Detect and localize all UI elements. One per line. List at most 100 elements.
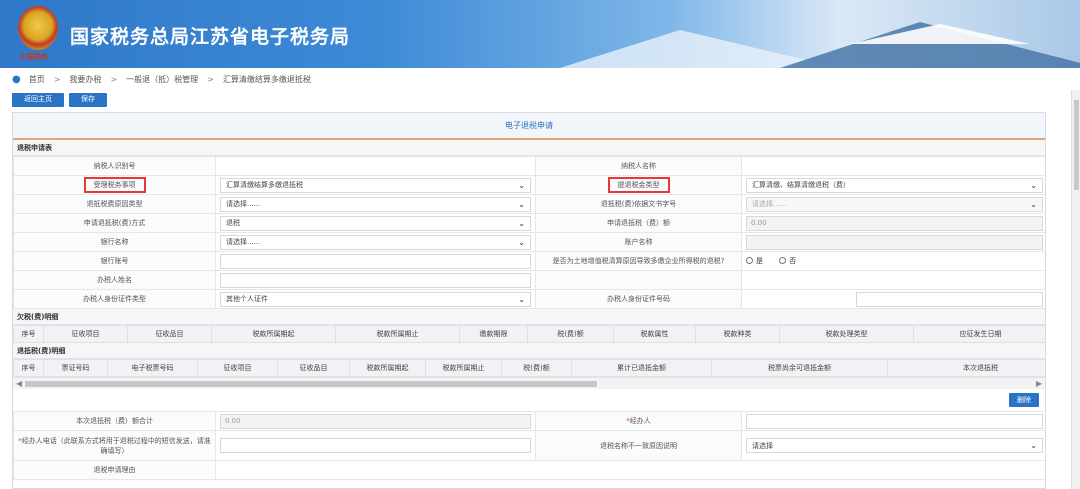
phone-label: 经办人电话（此联系方式将用于退税过程中的短信发送，请准确填写） (21, 436, 211, 455)
empty-cell (535, 270, 742, 290)
vertical-scrollbar[interactable] (1071, 90, 1080, 489)
chevron-down-icon: ⌄ (1030, 180, 1037, 190)
refund-detail-table: 序号 票证号码 电子税票号码 征收项目 征收品目 税款所属期起 税款所属期止 税(费)额 累计已… (13, 359, 1045, 377)
mismatch-select[interactable]: 请选择 ⌄ (746, 438, 1043, 453)
arrears-column-header: 税款所属期止 (335, 325, 460, 343)
chevron-down-icon: ⌄ (518, 294, 525, 304)
motto-logo: 中国税务 (20, 53, 48, 61)
radio-yes[interactable]: 是 (746, 256, 763, 266)
tax-matter-value: 汇算清缴结算多缴退抵税 (226, 181, 303, 189)
refund-type-value: 汇算清缴、结算清缴退税（费） (752, 181, 850, 189)
total-label: 本次退抵税（费）额合计 (13, 411, 216, 431)
breadcrumb-current: 汇算清缴结算多缴退抵税 (222, 74, 311, 84)
breadcrumb-separator: > (207, 74, 214, 84)
land-vat-label: 是否为土地增值税清算原因导致多缴企业所得税的退税? (535, 251, 742, 271)
total-input[interactable]: 0.00 (220, 413, 531, 429)
chevron-down-icon: ⌄ (1030, 199, 1037, 209)
refund-type-select[interactable]: 汇算清缴、结算清缴退税（费） ⌄ (746, 177, 1043, 193)
arrears-column-header: 序号 (13, 325, 44, 343)
refund-column-header: 电子税票号码 (107, 359, 198, 377)
reason-input-cell[interactable] (215, 460, 1045, 480)
refund-column-header: 本次退抵税 (887, 359, 1045, 377)
save-button[interactable]: 保存 (69, 93, 107, 107)
radio-no-label: 否 (789, 256, 797, 265)
id-type-select[interactable]: 其他个人证件 ⌄ (220, 291, 531, 307)
refund-type-label-cell: 提退税金类型 (535, 175, 742, 195)
phone-label-cell: *经办人电话（此联系方式将用于退税过程中的短信发送，请准确填写） (13, 430, 216, 461)
radio-circle-icon (746, 257, 753, 265)
refund-application-table: 纳税人识别号 纳税人名称 受理税务事项 汇算清缴结算多缴退抵税 ⌄ 提退税金类型 … (13, 156, 1045, 309)
arrears-column-header: 征收品目 (127, 325, 212, 343)
chevron-down-icon: ⌄ (1030, 441, 1037, 450)
arrears-column-header: 税款属性 (613, 325, 696, 343)
reason-type-label: 退抵税费原因类型 (13, 194, 216, 214)
arrears-column-header: 征收项目 (43, 325, 128, 343)
location-pin-icon: ● (12, 73, 21, 85)
taxpayer-name-value (741, 156, 1045, 176)
arrears-table: 序号 征收项目 征收品目 税款所属期起 税款所属期止 缴款期限 税(费)额 税款属性 税款种类税… (13, 325, 1045, 343)
site-title: 国家税务总局江苏省电子税务局 (70, 26, 351, 48)
bank-select[interactable]: 请选择...... ⌄ (220, 234, 531, 250)
arrears-column-header: 缴款期限 (459, 325, 528, 343)
reason-label: 退税申请理由 (13, 460, 216, 480)
snow-decoration (850, 24, 1030, 44)
arrears-header-row: 序号 征收项目 征收品目 税款所属期起 税款所属期止 缴款期限 税(费)额 税款属性 税款种类税… (13, 325, 1045, 343)
breadcrumb-separator: > (110, 74, 118, 84)
doc-no-select[interactable]: 请选择...... ⌄ (746, 196, 1043, 212)
method-select[interactable]: 退税 ⌄ (220, 215, 531, 231)
reason-type-value: 请选择...... (226, 200, 261, 208)
back-home-button[interactable]: 返回主页 (12, 93, 64, 107)
taxpayer-name-label: 纳税人名称 (535, 156, 742, 176)
refund-column-header: 税票尚余可退抵金额 (711, 359, 888, 377)
tax-emblem-icon (18, 6, 58, 50)
breadcrumb-separator: > (53, 74, 61, 84)
arrears-column-header: 税款处理类型 (779, 325, 914, 343)
radio-circle-icon (779, 257, 787, 265)
refund-detail-wrap: 序号 票证号码 电子税票号码 征收项目 征收品目 税款所属期起 税款所属期止 税(费)额 累计已… (13, 359, 1045, 377)
id-no-input[interactable] (856, 291, 1043, 307)
handler-input[interactable] (746, 413, 1043, 429)
header-banner: 中国税务 国家税务总局江苏省电子税务局 (0, 0, 1080, 68)
tax-matter-select[interactable]: 汇算清缴结算多缴退抵税 ⌄ (220, 177, 531, 193)
doc-no-label: 退抵税(费)依据文书字号 (535, 194, 742, 214)
method-label: 申请退抵税(费)方式 (13, 213, 216, 233)
refund-column-header: 累计已退抵金额 (571, 359, 712, 377)
arrears-column-header: 应征发生日期 (913, 325, 1045, 343)
refund-column-header: 序号 (13, 359, 44, 377)
breadcrumb-refund-mgmt[interactable]: 一般退（抵）税管理 (126, 74, 198, 85)
handler-label-cell: *经办人 (535, 411, 742, 431)
scrollbar-thumb[interactable] (25, 381, 597, 387)
refund-column-header: 税(费)额 (501, 359, 572, 377)
handler-name-label: 办税人姓名 (13, 270, 216, 290)
refund-column-header: 票证号码 (43, 359, 108, 377)
bank-value: 请选择...... (226, 238, 261, 246)
breadcrumb-tax[interactable]: 我要办税 (69, 74, 101, 85)
phone-input[interactable] (220, 438, 531, 453)
radio-no[interactable]: 否 (779, 256, 796, 266)
section-refund-detail: 退抵税(费)明细 (13, 343, 1045, 359)
panel-title: 电子退税申请 (13, 113, 1045, 140)
breadcrumb: ● 首页 > 我要办税 > 一般退（抵）税管理 > 汇算清缴结算多缴退抵税 (0, 68, 1080, 90)
amount-input[interactable]: 0.00 (746, 215, 1043, 231)
horizontal-scrollbar[interactable]: ◀ ▶ (13, 377, 1045, 389)
reason-type-select[interactable]: 请选择...... ⌄ (220, 196, 531, 212)
breadcrumb-home[interactable]: 首页 (29, 74, 45, 85)
account-name-label: 账户名称 (535, 232, 742, 252)
refund-column-header: 税款所属期起 (349, 359, 426, 377)
account-name-input[interactable] (746, 234, 1043, 250)
refund-column-header: 征收项目 (197, 359, 278, 377)
delete-button[interactable]: 删除 (1009, 393, 1039, 407)
mismatch-label: 退税名称不一致原因说明 (535, 430, 742, 461)
scrollbar-thumb[interactable] (1074, 100, 1079, 190)
summary-table: 本次退抵税（费）额合计 0.00 *经办人 *经办人电话（此联系方式将用于退税过… (13, 411, 1045, 480)
amount-label: 申请退抵税（费）额 (535, 213, 742, 233)
tax-matter-label-cell: 受理税务事项 (13, 175, 216, 195)
chevron-down-icon: ⌄ (518, 180, 525, 190)
id-type-label: 办税人身份证件类型 (13, 289, 216, 309)
bank-account-input[interactable] (220, 253, 531, 269)
handler-label: 经办人 (629, 417, 651, 425)
handler-name-input[interactable] (220, 272, 531, 288)
id-type-value: 其他个人证件 (226, 295, 268, 303)
method-value: 退税 (226, 219, 240, 227)
toolbar: 返回主页 保存 (12, 93, 107, 107)
